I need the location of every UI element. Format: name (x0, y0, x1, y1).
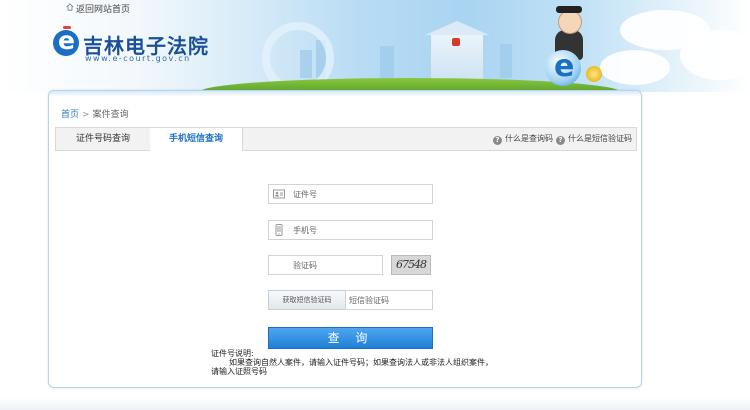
help-what-is-sms-code[interactable]: ? 什么是短信验证码 (556, 128, 632, 150)
home-icon[interactable] (66, 3, 74, 11)
city-silhouette (380, 46, 394, 78)
captcha-field[interactable]: 验证码 (268, 255, 383, 275)
logo-url: www.e-court.gov.cn (85, 54, 191, 63)
tab-id-number-query[interactable]: 证件号码查询 (56, 128, 151, 150)
e-mascot-icon (545, 49, 581, 86)
note-line: 请输入证照号码 (211, 367, 267, 376)
note-title: 证件号说明: (211, 349, 254, 358)
gold-coin-icon (586, 66, 602, 82)
help-label: 什么是查询码 (505, 134, 553, 143)
judge-mascot-cap (556, 6, 582, 13)
query-tabbar: 证件号码查询 手机短信查询 ? 什么是查询码 ? 什么是短信验证码 (55, 127, 637, 151)
id-card-icon (273, 189, 285, 199)
phone-placeholder: 手机号 (293, 226, 317, 235)
cloud-decoration (680, 30, 750, 80)
breadcrumb-current: 案件查询 (92, 110, 129, 120)
cloud-decoration (600, 50, 670, 85)
help-label: 什么是短信验证码 (568, 134, 632, 143)
header-banner: 返回网站首页 吉林电子法院 www.e-court.gov.cn (0, 0, 750, 92)
scale-icon (63, 26, 71, 29)
id-number-placeholder: 证件号 (293, 190, 317, 199)
panel-top-bar (49, 91, 641, 97)
mobile-phone-icon (275, 224, 283, 236)
query-submit-button[interactable]: 查 询 (268, 327, 433, 349)
tab-sms-query[interactable]: 手机短信查询 (150, 128, 243, 151)
national-emblem-icon (452, 38, 460, 46)
get-sms-code-button[interactable]: 获取短信验证码 (268, 290, 346, 310)
id-number-field[interactable]: 证件号 (268, 184, 433, 204)
captcha-image[interactable]: 67548 (391, 255, 431, 275)
site-logo[interactable]: 吉林电子法院 www.e-court.gov.cn (53, 26, 233, 70)
judge-mascot-head (558, 10, 582, 34)
breadcrumb-home[interactable]: 首页 (61, 110, 79, 120)
sms-code-field[interactable]: 短信验证码 (345, 290, 433, 310)
breadcrumb-separator: > (82, 110, 90, 120)
note-line: 如果查询自然人案件，请输入证件号码；如果查询法人或非法人组织案件， (229, 358, 493, 367)
logo-e-icon (53, 26, 79, 56)
city-silhouette (500, 44, 512, 78)
id-number-note: 证件号说明: 如果查询自然人案件，请输入证件号码；如果查询法人或非法人组织案件，… (211, 349, 511, 376)
captcha-placeholder: 验证码 (293, 261, 317, 270)
footer-divider (0, 398, 750, 410)
breadcrumb: 首页 > 案件查询 (61, 107, 129, 120)
help-what-is-query-code[interactable]: ? 什么是查询码 (493, 128, 553, 150)
sms-code-placeholder: 短信验证码 (349, 296, 389, 305)
question-icon: ? (493, 136, 502, 145)
case-query-panel: 首页 > 案件查询 证件号码查询 手机短信查询 ? 什么是查询码 ? 什么是短信验证码 … (48, 90, 642, 388)
phone-field[interactable]: 手机号 (268, 220, 433, 240)
question-icon: ? (556, 136, 565, 145)
back-to-home-link[interactable]: 返回网站首页 (76, 2, 130, 15)
